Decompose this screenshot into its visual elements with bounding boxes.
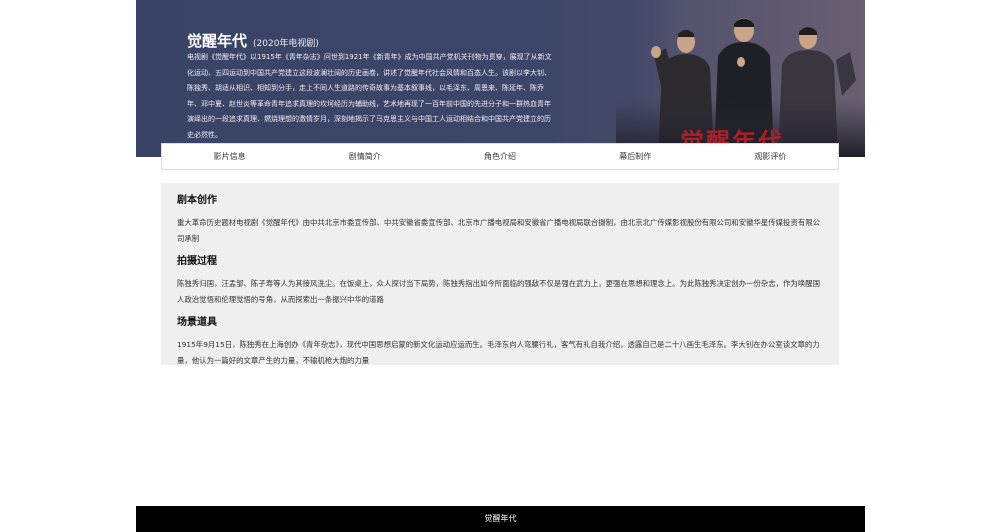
section-title-props: 场景道具 xyxy=(177,317,217,328)
tab-characters[interactable]: 角色介绍 xyxy=(432,144,567,169)
poster-image: 觉醒年代 xyxy=(616,0,865,157)
hero-title: 觉醒年代 (2020年电视剧) xyxy=(187,30,319,51)
footer: 觉醒年代 xyxy=(136,506,865,532)
hero-banner: 觉醒年代 (2020年电视剧) 电视剧《觉醒年代》以1915年《青年杂志》问世到1… xyxy=(136,0,865,157)
section-body-script: 重大革命历史题材电视剧《觉醒年代》由中共北京市委宣传部、中共安徽省委宣传部、北京… xyxy=(177,218,820,243)
page: 觉醒年代 (2020年电视剧) 电视剧《觉醒年代》以1915年《青年杂志》问世到1… xyxy=(0,0,1000,532)
hero-title-text: 觉醒年代 xyxy=(187,32,248,50)
section-body-filming: 陈独秀归国，汪孟邹、陈子寿等人为其接风洗尘。在饭桌上，众人探讨当下局势，陈独秀指… xyxy=(177,279,820,304)
tab-reviews[interactable]: 观影评价 xyxy=(703,144,838,169)
hero-subtitle: (2020年电视剧) xyxy=(253,39,319,49)
section-title-script: 剧本创作 xyxy=(177,195,217,206)
tab-bar: 影片信息 剧情简介 角色介绍 幕后制作 观影评价 xyxy=(161,143,839,170)
tab-movie-info[interactable]: 影片信息 xyxy=(162,144,297,169)
section-title-filming: 拍摄过程 xyxy=(177,256,217,267)
hero-description: 电视剧《觉醒年代》以1915年《青年杂志》问世到1921年《新青年》成为中国共产… xyxy=(187,53,552,139)
content-panel: 剧本创作 重大革命历史题材电视剧《觉醒年代》由中共北京市委宣传部、中共安徽省委宣… xyxy=(161,183,839,365)
tab-behind-scenes[interactable]: 幕后制作 xyxy=(568,144,703,169)
tab-plot-summary[interactable]: 剧情简介 xyxy=(297,144,432,169)
footer-text: 觉醒年代 xyxy=(484,514,517,523)
section-body-props: 1915年9月15日，陈独秀在上海创办《青年杂志》，现代中国思想启蒙的新文化运动… xyxy=(177,340,820,365)
